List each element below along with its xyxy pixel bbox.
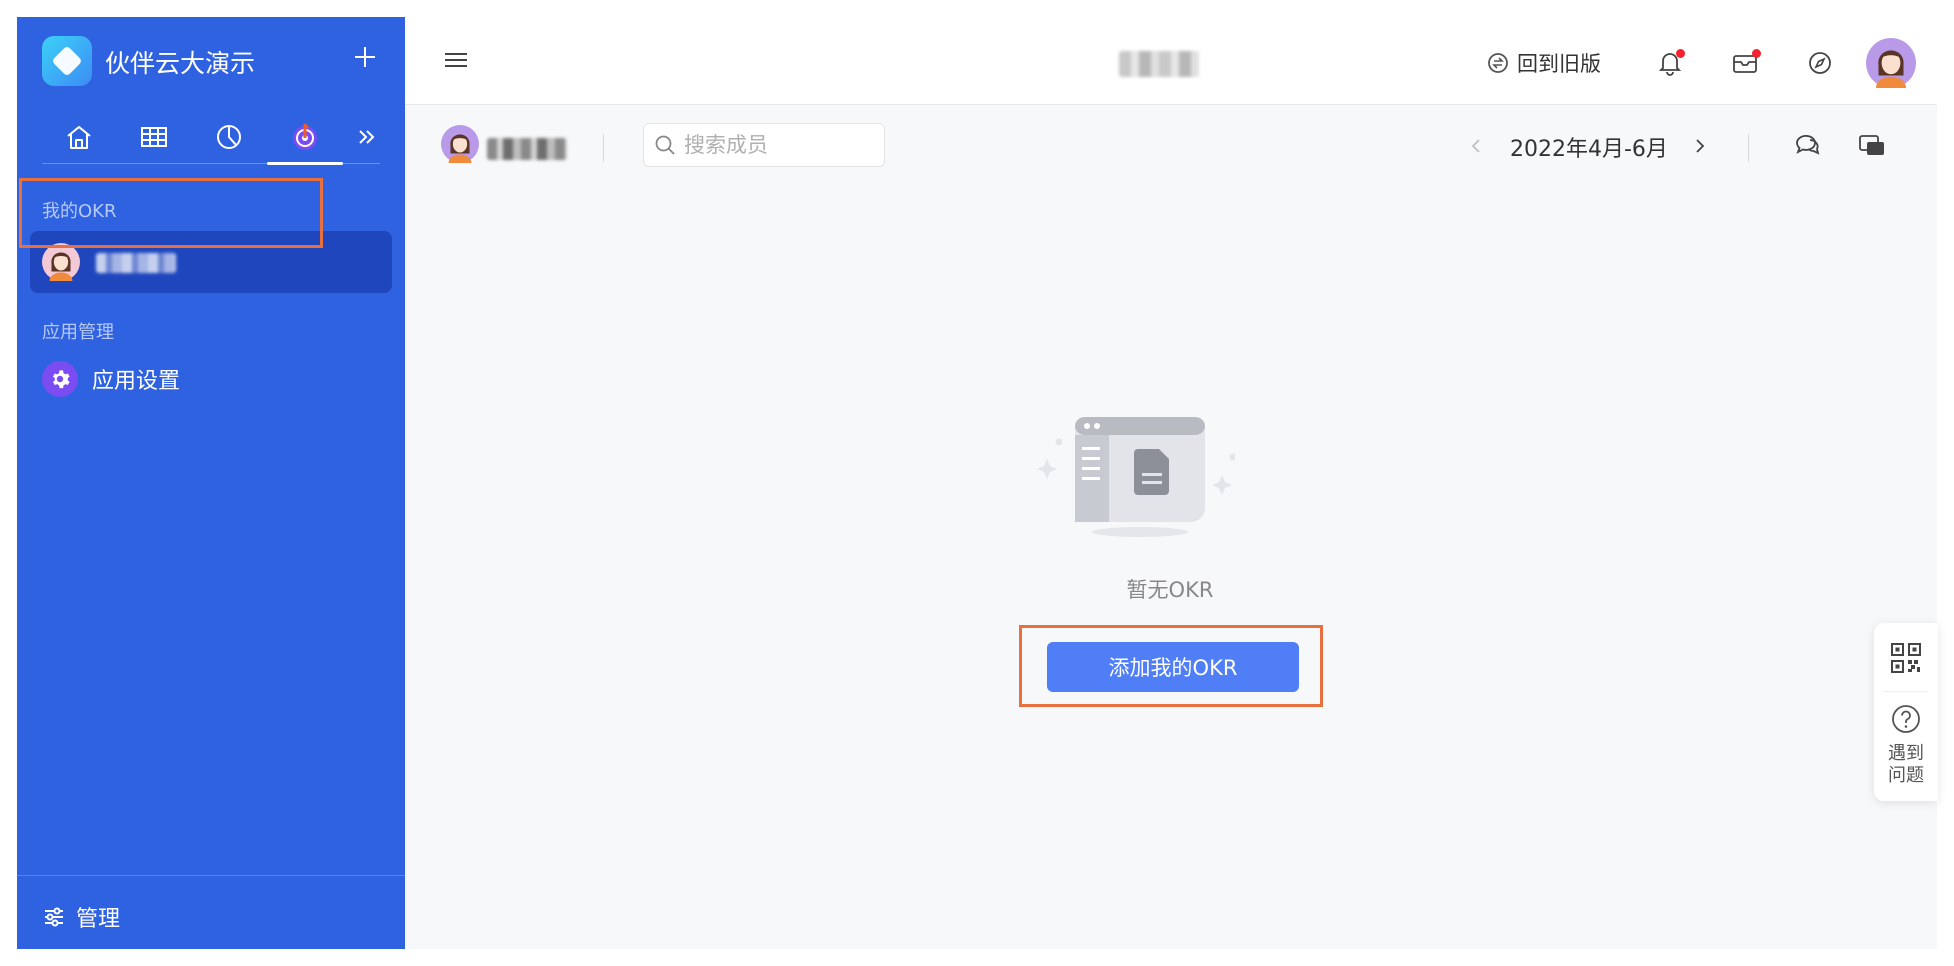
toolbar-divider xyxy=(603,134,604,162)
member-search[interactable] xyxy=(643,123,885,167)
user-name-blurred xyxy=(96,253,176,273)
member-avatar[interactable] xyxy=(441,125,479,163)
chat-bubbles-icon xyxy=(1796,135,1820,155)
app-logo-icon[interactable] xyxy=(42,36,92,86)
notifications-button[interactable] xyxy=(1652,45,1688,81)
nav-table-button[interactable] xyxy=(134,117,174,157)
sidebar-item-my-okr-user[interactable] xyxy=(30,231,392,293)
plus-icon xyxy=(355,47,375,67)
period-label: 2022年4月-6月 xyxy=(1510,137,1668,162)
okr-toolbar: 2022年4月-6月 xyxy=(405,105,1937,185)
sidebar-bottom-divider xyxy=(17,875,405,876)
double-chevron-right-icon xyxy=(359,130,375,144)
menu-toggle-button[interactable] xyxy=(439,45,473,75)
settings-label: 应用设置 xyxy=(92,369,181,394)
old-version-label: 回到旧版 xyxy=(1517,52,1601,76)
view-switch-button[interactable] xyxy=(1852,127,1892,163)
nav-more-button[interactable] xyxy=(347,117,387,157)
nav-active-indicator xyxy=(267,162,343,165)
help-button[interactable]: 遇到 问题 xyxy=(1874,703,1938,787)
member-name-blurred xyxy=(487,138,567,160)
empty-state-message: 暂无OKR xyxy=(1126,578,1214,602)
top-bar: 回到旧版 xyxy=(405,17,1937,105)
hamburger-icon xyxy=(445,53,467,67)
sidebar: 伙伴云大演示 我的OKR 应用管理 应用设置 管理 xyxy=(17,17,405,949)
help-label-line2: 问题 xyxy=(1888,765,1924,786)
chevron-left-icon xyxy=(1471,139,1480,153)
inbox-button[interactable] xyxy=(1727,45,1763,81)
sliders-icon xyxy=(45,907,63,927)
chart-pie-icon xyxy=(217,125,241,149)
question-circle-icon xyxy=(1892,705,1920,733)
table-icon xyxy=(141,127,167,147)
home-icon xyxy=(67,126,91,149)
previous-period-button[interactable] xyxy=(1461,131,1491,161)
comments-button[interactable] xyxy=(1788,127,1828,163)
search-icon xyxy=(655,135,675,155)
nav-chart-button[interactable] xyxy=(209,117,249,157)
sidebar-item-app-settings[interactable]: 应用设置 xyxy=(42,359,372,399)
page-title-blurred xyxy=(1119,51,1199,77)
notification-dot xyxy=(1676,49,1685,58)
main-content: 回到旧版 搜索成员 2022年4月-6月 暂无OKR 添加我的OKR xyxy=(405,17,1937,949)
floating-help-panel: 遇到 问题 xyxy=(1874,623,1938,801)
manage-button[interactable]: 管理 xyxy=(42,897,120,937)
chevron-right-icon xyxy=(1696,139,1705,153)
manage-label: 管理 xyxy=(76,907,121,932)
gear-icon xyxy=(42,361,78,397)
qrcode-icon[interactable] xyxy=(1890,642,1922,674)
empty-document-illustration xyxy=(1037,417,1235,537)
add-app-button[interactable] xyxy=(347,39,383,75)
app-name: 伙伴云大演示 xyxy=(105,49,256,78)
window-switch-icon xyxy=(1859,135,1884,155)
nav-home-button[interactable] xyxy=(59,117,99,157)
add-my-okr-button[interactable]: 添加我的OKR xyxy=(1047,642,1299,692)
next-period-button[interactable] xyxy=(1685,131,1715,161)
explore-button[interactable] xyxy=(1802,45,1838,81)
back-to-old-version-button[interactable]: 回到旧版 xyxy=(1487,47,1601,79)
okr-target-icon xyxy=(293,123,317,150)
float-divider xyxy=(1884,691,1928,692)
section-label-app-manage: 应用管理 xyxy=(42,322,114,343)
inbox-dot xyxy=(1752,49,1761,58)
toolbar-divider-right xyxy=(1748,134,1749,162)
switch-version-icon xyxy=(1488,53,1508,73)
user-avatar[interactable] xyxy=(1866,38,1916,88)
member-search-input[interactable] xyxy=(682,132,872,158)
compass-icon xyxy=(1809,52,1831,74)
avatar xyxy=(42,243,80,281)
section-label-my-okr: 我的OKR xyxy=(42,201,117,222)
nav-okr-button[interactable] xyxy=(285,117,325,157)
nav-icon-bar xyxy=(17,117,405,177)
help-label-line1: 遇到 xyxy=(1888,743,1924,764)
